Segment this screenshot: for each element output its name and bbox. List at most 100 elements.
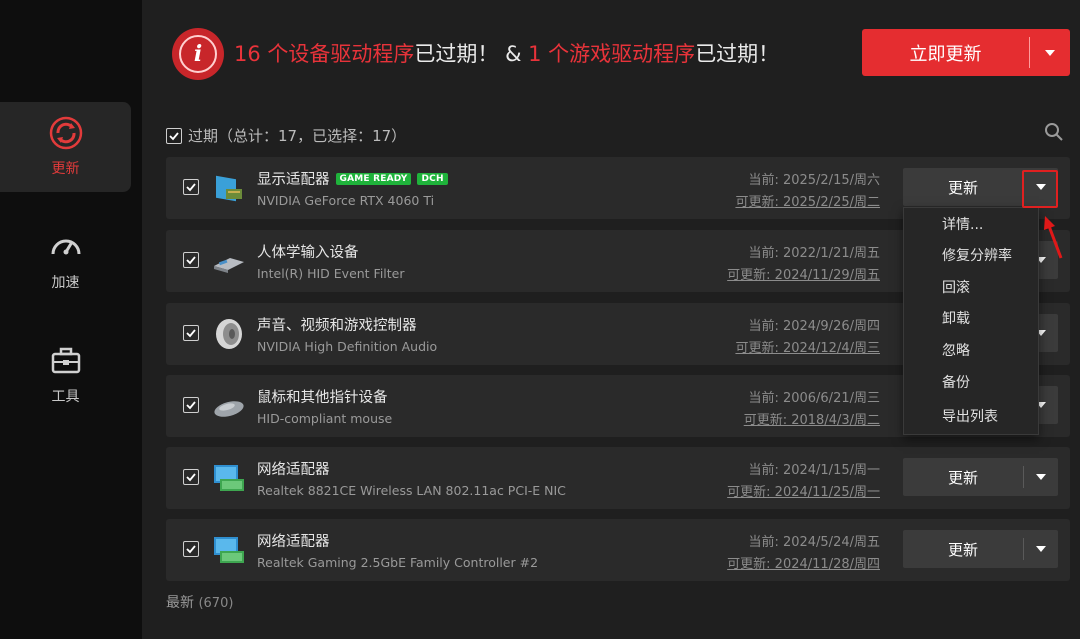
driver-context-menu: 详情... 修复分辨率 回滚 卸载 忽略 备份 导出列表 (903, 207, 1039, 435)
up-to-date-count: (670) (198, 596, 234, 611)
up-to-date-label: 最新 (166, 595, 194, 611)
page-title: 16 个设备驱动程序已过期！ & 1 个游戏驱动程序已过期！ (234, 38, 779, 68)
sidebar: 更新 加速 工具 (0, 0, 142, 639)
update-all-label: 立即更新 (909, 43, 982, 65)
display-adapter-icon (216, 175, 242, 202)
update-button-label: 更新 (947, 468, 978, 487)
update-button-label: 更新 (947, 178, 978, 197)
menu-item-fix-resolution[interactable]: 修复分辨率 (942, 245, 1012, 265)
driver-model: HID-compliant mouse (257, 411, 393, 426)
driver-name-text: 网络适配器 (257, 462, 330, 478)
checkmark-icon (186, 329, 196, 338)
update-all-button[interactable]: 立即更新 (862, 29, 1070, 76)
driver-name: 显示适配器 GAME READY DCH (257, 168, 448, 189)
update-all-dropdown[interactable] (1030, 29, 1070, 76)
driver-checkbox[interactable] (183, 179, 199, 195)
driver-checkbox[interactable] (183, 541, 199, 557)
driver-model: NVIDIA High Definition Audio (257, 339, 438, 354)
menu-item-backup[interactable]: 备份 (942, 372, 970, 392)
chevron-down-icon (1036, 474, 1046, 480)
update-button[interactable]: 更新 (903, 458, 1058, 496)
nav-item-update[interactable]: 更新 (0, 102, 131, 192)
driver-name: 声音、视频和游戏控制器 (257, 314, 417, 335)
driver-checkbox[interactable] (183, 397, 199, 413)
toolbox-icon (51, 347, 80, 374)
driver-name: 网络适配器 (257, 530, 330, 551)
annotation-arrow-icon (1044, 216, 1063, 259)
title-part4: 已过期！ (695, 42, 780, 66)
dch-badge: DCH (417, 172, 448, 185)
available-version-link[interactable]: 可更新: 2024/11/28/周四 (727, 553, 880, 572)
menu-item-rollback[interactable]: 回滚 (942, 277, 970, 297)
nav-label-tools: 工具 (51, 389, 80, 405)
select-all-checkbox[interactable] (166, 127, 182, 144)
driver-row[interactable]: 网络适配器 Realtek 8821CE Wireless LAN 802.11… (166, 447, 1070, 509)
speaker-icon (216, 319, 242, 349)
driver-name: 网络适配器 (257, 458, 330, 479)
outdated-device-drivers: 16 个设备驱动程序 (234, 42, 415, 66)
driver-model: Realtek 8821CE Wireless LAN 802.11ac PCI… (257, 483, 566, 498)
driver-name-text: 网络适配器 (257, 534, 330, 550)
driver-model: Intel(R) HID Event Filter (257, 266, 405, 281)
update-dropdown-toggle[interactable] (1024, 458, 1058, 496)
driver-name-text: 人体学输入设备 (257, 245, 359, 261)
up-to-date-section[interactable]: 最新 (670) (166, 592, 233, 612)
checkmark-icon (186, 401, 196, 410)
update-dropdown-toggle[interactable] (1024, 530, 1058, 568)
checkmark-icon (169, 131, 179, 140)
driver-name: 鼠标和其他指针设备 (257, 386, 388, 407)
current-version: 当前: 2025/2/15/周六 (748, 173, 880, 188)
driver-checkbox[interactable] (183, 325, 199, 341)
nav-label-update: 更新 (51, 161, 80, 177)
alert-icon: i (172, 28, 224, 80)
menu-item-details[interactable]: 详情... (942, 214, 983, 234)
checkmark-icon (186, 473, 196, 482)
mouse-icon (214, 401, 244, 417)
nav-item-speedup[interactable]: 加速 (0, 216, 131, 306)
dropdown-highlight-box (1022, 170, 1058, 208)
outdated-section-header: 过期（总计：17，已选择：17） (166, 125, 406, 146)
checkmark-icon (186, 256, 196, 265)
available-version-link[interactable]: 可更新: 2024/11/25/周一 (727, 481, 880, 500)
update-button-label: 更新 (947, 540, 978, 559)
search-icon[interactable] (1044, 122, 1064, 142)
chevron-down-icon (1036, 546, 1046, 552)
nav-label-speedup: 加速 (51, 275, 80, 291)
driver-name-text: 显示适配器 (257, 172, 330, 188)
current-version: 当前: 2006/6/21/周三 (748, 391, 880, 406)
current-version: 当前: 2022/1/21/周五 (748, 246, 880, 261)
current-version: 当前: 2024/9/26/周四 (748, 319, 880, 334)
available-version-link[interactable]: 可更新: 2024/12/4/周三 (735, 337, 880, 356)
title-part2: 已过期！ & (414, 42, 529, 66)
network-adapter-icon (214, 537, 244, 563)
game-ready-badge: GAME READY (335, 172, 412, 185)
update-icon (49, 116, 82, 150)
driver-checkbox[interactable] (183, 469, 199, 485)
outdated-game-drivers: 1 个游戏驱动程序 (528, 42, 696, 66)
driver-model: Realtek Gaming 2.5GbE Family Controller … (257, 555, 539, 570)
checkmark-icon (186, 183, 196, 192)
nav-item-tools[interactable]: 工具 (0, 330, 131, 420)
alert-glyph: i (179, 35, 217, 73)
main-panel: i 16 个设备驱动程序已过期！ & 1 个游戏驱动程序已过期！ 立即更新 过期… (142, 0, 1080, 639)
speedometer-icon (51, 239, 80, 255)
available-version-link[interactable]: 可更新: 2024/11/29/周五 (727, 264, 880, 283)
checkmark-icon (186, 545, 196, 554)
update-button[interactable]: 更新 (903, 530, 1058, 568)
current-version: 当前: 2024/5/24/周五 (748, 535, 880, 550)
menu-item-ignore[interactable]: 忽略 (942, 340, 970, 360)
outdated-section-label: 过期（总计：17，已选择：17） (188, 127, 407, 145)
menu-item-export-list[interactable]: 导出列表 (942, 406, 998, 426)
hid-device-icon (214, 258, 244, 273)
chevron-down-icon (1045, 49, 1055, 56)
driver-row[interactable]: 网络适配器 Realtek Gaming 2.5GbE Family Contr… (166, 519, 1070, 581)
driver-name-text: 声音、视频和游戏控制器 (257, 318, 417, 334)
driver-name-text: 鼠标和其他指针设备 (257, 390, 388, 406)
driver-checkbox[interactable] (183, 252, 199, 268)
current-version: 当前: 2024/1/15/周一 (748, 463, 880, 478)
available-version-link[interactable]: 可更新: 2025/2/25/周二 (735, 191, 880, 210)
menu-item-uninstall[interactable]: 卸载 (942, 308, 970, 328)
available-version-link[interactable]: 可更新: 2018/4/3/周二 (744, 409, 880, 428)
driver-name: 人体学输入设备 (257, 241, 359, 262)
driver-model: NVIDIA GeForce RTX 4060 Ti (257, 193, 435, 208)
